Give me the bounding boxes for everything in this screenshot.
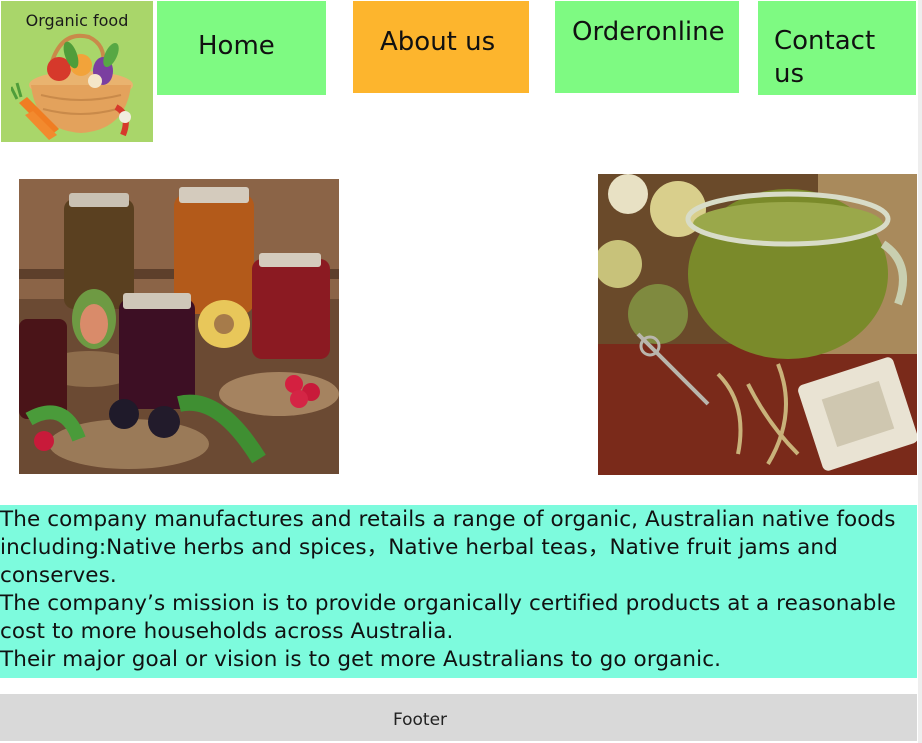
about-paragraph-products: The company manufactures and retails a r… [0,507,896,588]
about-text-panel: The company manufactures and retails a r… [0,505,917,678]
nav-order-online[interactable]: Orderonline [555,1,739,93]
vegetable-basket-icon [11,33,133,140]
nav-about-label: About us [380,27,496,57]
footer: Footer [0,694,917,741]
about-paragraph-mission: The company’s mission is to provide orga… [0,591,896,644]
nav-contact-us[interactable]: Contact us [758,1,916,95]
nav-home-label: Home [198,31,275,61]
jam-jars-photo [19,179,339,474]
herbal-tea-photo [598,174,917,475]
nav-home[interactable]: Home [157,1,326,95]
nav-order-label: Orderonline [572,17,725,47]
logo[interactable]: Organic food [1,1,153,142]
footer-label: Footer [392,710,448,730]
nav-contact-label: Contact us [774,26,876,89]
nav-about-us[interactable]: About us [353,1,529,93]
vertical-scrollbar[interactable] [918,0,922,743]
about-paragraph-vision: Their major goal or vision is to get mor… [0,647,722,672]
